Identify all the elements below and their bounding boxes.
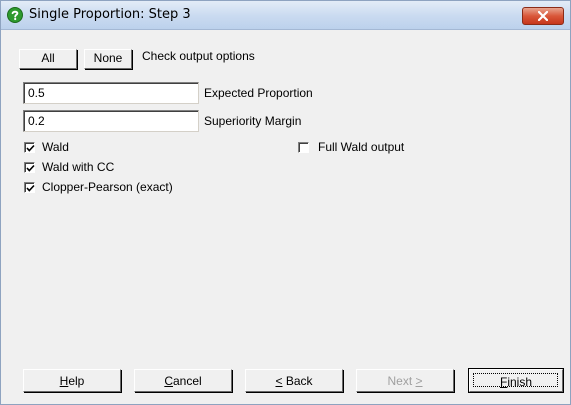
none-button[interactable]: None [84, 49, 132, 69]
window-title: Single Proportion: Step 3 [29, 7, 191, 22]
check-options-label: Check output options [142, 49, 255, 63]
expected-proportion-input[interactable]: 0.5 [23, 82, 199, 104]
question-icon [7, 7, 23, 23]
cancel-button[interactable]: Cancel [134, 369, 232, 392]
title-bar[interactable]: Single Proportion: Step 3 [1, 1, 570, 30]
finish-button[interactable]: Finish [468, 368, 564, 393]
help-button[interactable]: Help [23, 369, 121, 392]
none-button-label: None [93, 51, 123, 65]
wald-label: Wald [42, 140, 69, 154]
all-button-label: All [41, 51, 55, 65]
superiority-margin-label: Superiority Margin [204, 114, 302, 128]
next-button[interactable]: Next > [356, 369, 454, 392]
close-icon [538, 11, 548, 21]
finish-button-label: Finish [499, 375, 533, 389]
back-button-label: < Back [275, 374, 313, 388]
close-button[interactable] [522, 7, 564, 25]
clopper-pearson-label: Clopper-Pearson (exact) [42, 180, 173, 194]
help-button-label: Help [59, 374, 85, 388]
checkmark-icon [26, 144, 35, 152]
dialog-window: Single Proportion: Step 3 All None Check… [0, 0, 571, 405]
expected-proportion-label: Expected Proportion [204, 86, 313, 100]
wald-with-cc-label: Wald with CC [42, 160, 115, 174]
next-button-label: Next > [387, 374, 423, 388]
full-wald-output-label: Full Wald output [318, 140, 405, 154]
checkmark-icon [26, 184, 35, 192]
superiority-margin-input[interactable]: 0.2 [23, 110, 199, 132]
all-button[interactable]: All [19, 49, 77, 69]
wald-with-cc-checkbox[interactable] [24, 162, 35, 173]
back-button[interactable]: < Back [245, 369, 343, 392]
full-wald-output-checkbox[interactable] [298, 142, 309, 153]
checkmark-icon [26, 164, 35, 172]
cancel-button-label: Cancel [164, 374, 202, 388]
clopper-pearson-checkbox[interactable] [24, 182, 35, 193]
wald-checkbox[interactable] [24, 142, 35, 153]
